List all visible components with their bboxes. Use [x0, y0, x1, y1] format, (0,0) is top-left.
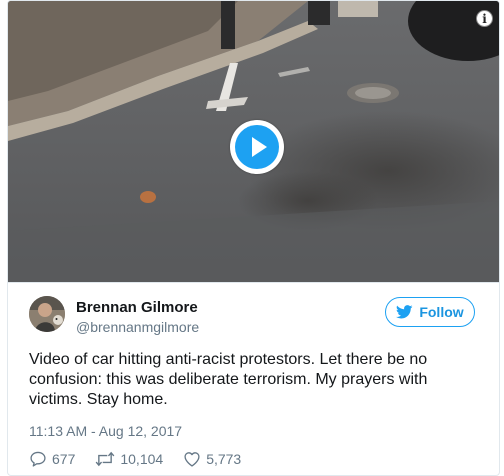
play-icon — [235, 125, 279, 169]
author-display-name[interactable]: Brennan Gilmore — [76, 299, 198, 316]
play-button[interactable] — [230, 120, 284, 174]
reply-icon — [30, 451, 46, 467]
like-count: 5,773 — [206, 451, 242, 467]
retweet-count: 10,104 — [120, 451, 164, 467]
tweet-body: Brennan Gilmore @brennanmgilmore Follow … — [8, 282, 499, 475]
embedded-tweet-card: i Brennan Gilmore @brennanmgilmore Follo… — [7, 0, 500, 476]
reply-action[interactable]: 677 — [29, 451, 75, 467]
author-screen-name[interactable]: @brennanmgilmore — [76, 319, 199, 335]
tweet-text: Video of car hitting anti-racist protest… — [29, 351, 428, 408]
twitter-bird-icon — [396, 305, 413, 319]
retweet-action[interactable]: 10,104 — [95, 451, 163, 467]
heart-icon — [184, 452, 200, 467]
like-action[interactable]: 5,773 — [183, 451, 241, 467]
follow-label: Follow — [419, 304, 464, 320]
avatar[interactable] — [29, 296, 65, 332]
tweet-timestamp[interactable]: 11:13 AM - Aug 12, 2017 — [29, 423, 182, 439]
tweet-actions: 677 10,104 5,773 — [29, 449, 261, 469]
info-icon[interactable]: i — [476, 10, 493, 27]
follow-button[interactable]: Follow — [385, 297, 475, 327]
retweet-icon — [95, 451, 115, 467]
video-thumbnail[interactable]: i — [8, 1, 499, 282]
reply-count: 677 — [52, 451, 76, 467]
